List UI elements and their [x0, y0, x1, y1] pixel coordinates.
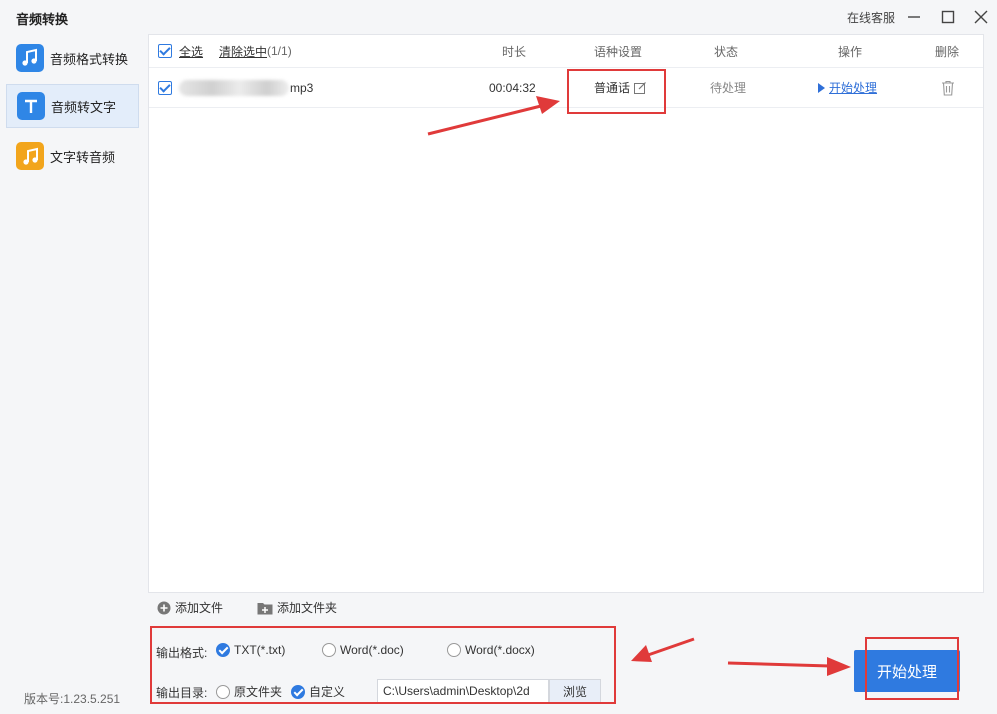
col-action: 操作 — [838, 44, 863, 59]
col-duration: 时长 — [502, 44, 527, 59]
text-t-icon — [17, 92, 45, 120]
sidebar-item-label: 文字转音频 — [50, 149, 116, 165]
col-delete: 删除 — [935, 44, 960, 59]
app-title: 音频转换 — [16, 12, 69, 27]
arrow-to-start-button — [727, 657, 851, 676]
add-file-label: 添加文件 — [175, 601, 224, 615]
title-bar: 音频转换 在线客服 — [0, 0, 997, 34]
row-checkbox[interactable] — [158, 80, 172, 95]
version-label: 版本号:1.23.5.251 — [24, 692, 121, 706]
online-service-link[interactable]: 在线客服 — [847, 9, 895, 26]
sidebar-item-label: 音频格式转换 — [50, 51, 129, 67]
file-list-panel: 全选 清除选中 (1/1) 时长 语种设置 状态 操作 删除 mp3 00:04… — [148, 34, 984, 622]
sidebar-item-audio-format-convert[interactable]: 音频格式转换 — [6, 36, 139, 80]
select-all-link[interactable]: 全选 — [179, 43, 203, 60]
music-note-icon — [16, 142, 44, 170]
clear-selected-link[interactable]: 清除选中 — [219, 43, 267, 60]
music-note-icon — [16, 44, 44, 72]
minimize-icon[interactable] — [903, 6, 925, 28]
blurred-filename — [179, 79, 289, 96]
sidebar: 音频格式转换 音频转文字 文字转音频 — [0, 34, 146, 714]
row-start-action[interactable]: 开始处理 — [818, 68, 877, 107]
col-status: 状态 — [714, 44, 739, 59]
sidebar-item-text-to-audio[interactable]: 文字转音频 — [6, 134, 139, 178]
row-status: 待处理 — [710, 81, 747, 95]
add-folder-button[interactable]: 添加文件夹 — [257, 599, 337, 616]
trash-icon[interactable] — [941, 80, 955, 96]
row-duration: 00:04:32 — [489, 80, 536, 95]
highlight-box-start-button — [865, 637, 959, 700]
filename-suffix: mp3 — [290, 80, 314, 95]
add-folder-label: 添加文件夹 — [277, 601, 338, 615]
play-icon — [818, 82, 825, 93]
arrow-to-output-settings — [631, 637, 695, 662]
col-language: 语种设置 — [594, 44, 643, 59]
close-icon[interactable] — [970, 6, 992, 28]
sidebar-item-audio-to-text[interactable]: 音频转文字 — [6, 84, 139, 128]
selection-count: (1/1) — [267, 44, 292, 58]
table-header: 全选 清除选中 (1/1) 时长 语种设置 状态 操作 删除 — [149, 35, 983, 68]
plus-circle-icon — [157, 601, 171, 614]
select-all-checkbox[interactable] — [158, 44, 172, 58]
highlight-box-language — [567, 69, 666, 114]
start-process-link[interactable]: 开始处理 — [829, 79, 877, 96]
add-files-bar: 添加文件 添加文件夹 — [148, 592, 984, 622]
sidebar-item-label: 音频转文字 — [51, 99, 117, 115]
folder-plus-icon — [257, 602, 273, 614]
highlight-box-output-settings — [150, 626, 616, 704]
maximize-icon[interactable] — [937, 6, 959, 28]
add-file-button[interactable]: 添加文件 — [157, 599, 223, 616]
table-row[interactable]: mp3 00:04:32 普通话 待处理 开始处理 — [149, 68, 983, 108]
